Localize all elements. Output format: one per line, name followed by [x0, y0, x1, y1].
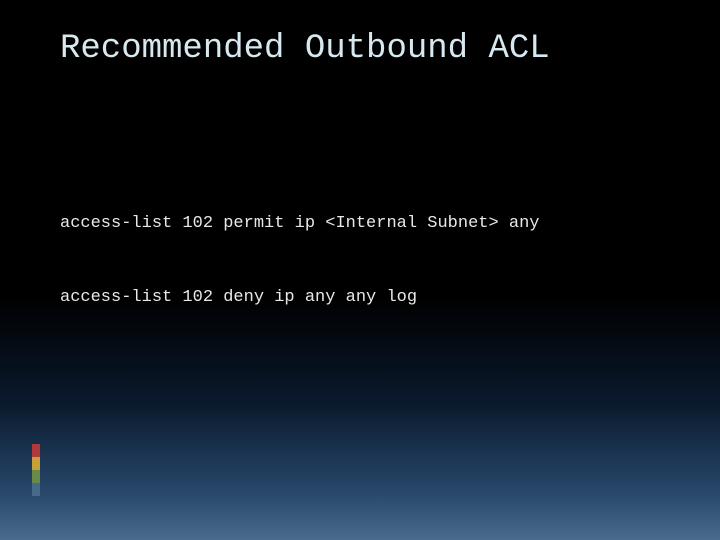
slide: Recommended Outbound ACL access-list 102… [0, 0, 720, 540]
accent-green [32, 470, 40, 483]
slide-title: Recommended Outbound ACL [60, 30, 670, 68]
accent-blue [32, 483, 40, 496]
acl-line-2: access-list 102 deny ip any any log [60, 286, 670, 311]
acl-line-1: access-list 102 permit ip <Internal Subn… [60, 212, 670, 237]
accent-red [32, 444, 40, 457]
accent-yellow [32, 457, 40, 470]
slide-body: access-list 102 permit ip <Internal Subn… [60, 163, 670, 360]
accent-stripe [32, 444, 40, 496]
